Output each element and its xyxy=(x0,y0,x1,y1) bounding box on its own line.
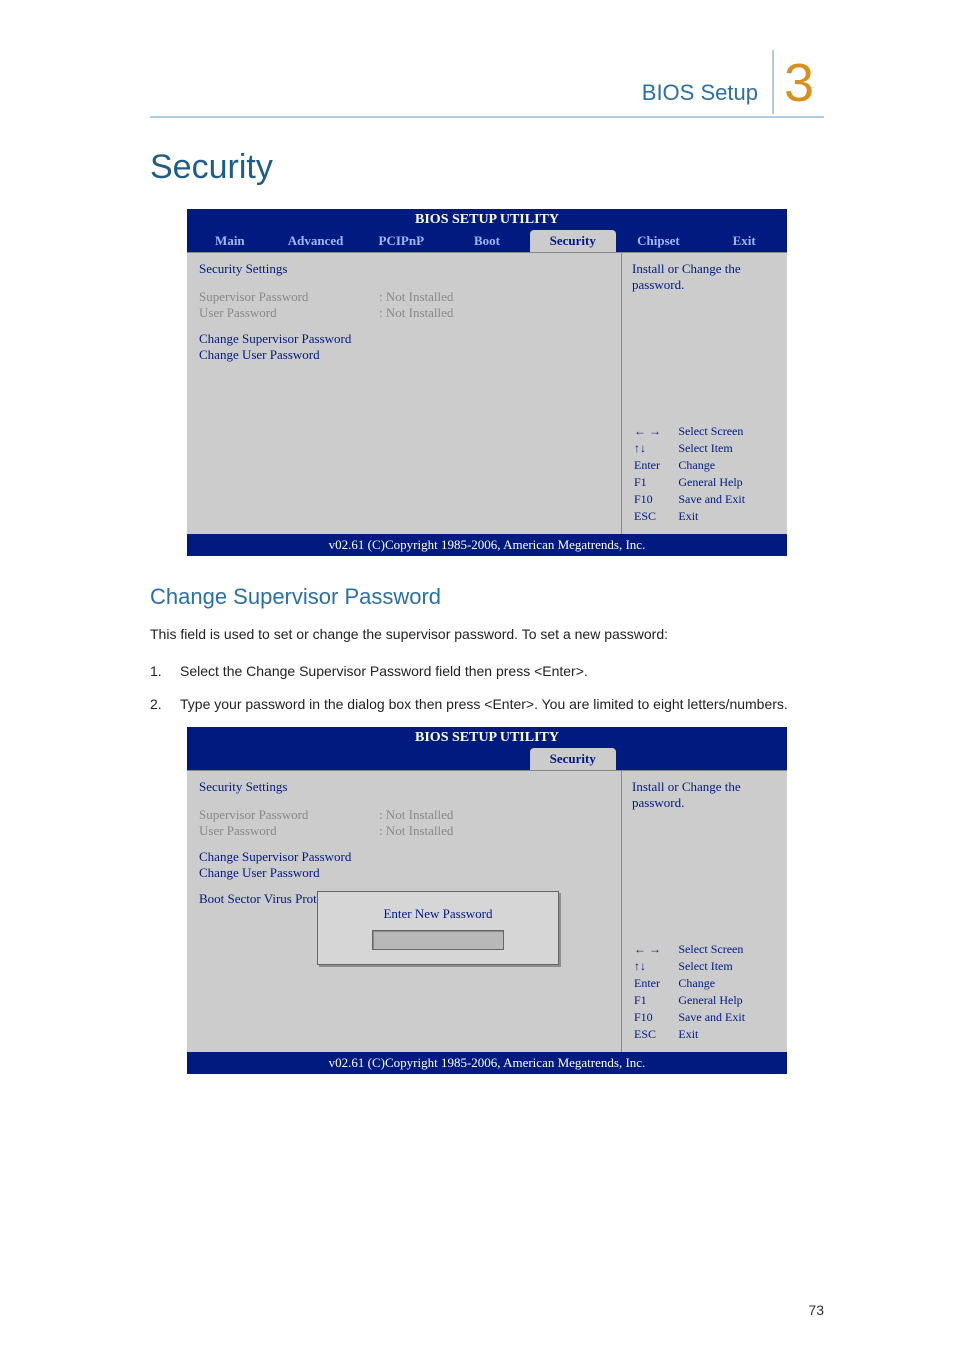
tab-exit[interactable]: Exit xyxy=(701,230,787,252)
tab-security[interactable]: Security xyxy=(530,230,616,252)
tab-pcipnp[interactable]: PCIPnP xyxy=(358,230,444,252)
password-dialog: Enter New Password xyxy=(317,891,559,965)
supervisor-password-value: : Not Installed xyxy=(379,289,453,305)
user-password-value: : Not Installed xyxy=(379,305,453,321)
bios-help-text-2: Install or Change the password. xyxy=(632,779,777,811)
page-number: 73 xyxy=(808,1302,824,1318)
tab-security-2[interactable]: Security xyxy=(530,748,616,770)
bios-footer: v02.61 (C)Copyright 1985-2006, American … xyxy=(187,534,787,556)
section-title: Security xyxy=(150,148,824,187)
bios-left-pane-2: Security Settings Supervisor Password : … xyxy=(187,771,622,1052)
tab-chipset[interactable]: Chipset xyxy=(616,230,702,252)
step-2-text: Type your password in the dialog box the… xyxy=(180,694,824,715)
bios-utility-title-2: BIOS SETUP UTILITY xyxy=(187,727,787,748)
header-title: BIOS Setup xyxy=(642,80,758,112)
tab-main[interactable]: Main xyxy=(187,230,273,252)
bios-footer-2: v02.61 (C)Copyright 1985-2006, American … xyxy=(187,1052,787,1074)
change-supervisor-password-link[interactable]: Change Supervisor Password xyxy=(199,331,609,347)
bios-tabs: Main Advanced PCIPnP Boot Security Chips… xyxy=(187,230,787,252)
tab-boot[interactable]: Boot xyxy=(444,230,530,252)
password-input[interactable] xyxy=(372,930,504,950)
intro-paragraph: This field is used to set or change the … xyxy=(150,624,824,645)
bios-right-pane-2: Install or Change the password. ← →Selec… xyxy=(622,771,787,1052)
bios-screenshot-2: BIOS SETUP UTILITY . . . . Security . . … xyxy=(187,727,787,1074)
step-2-num: 2. xyxy=(150,694,180,715)
user-password-row-2: User Password : Not Installed xyxy=(199,823,609,839)
bios-tabs-2: . . . . Security . . xyxy=(187,748,787,770)
supervisor-password-row-2: Supervisor Password : Not Installed xyxy=(199,807,609,823)
change-user-password-link-2[interactable]: Change User Password xyxy=(199,865,609,881)
security-settings-head: Security Settings xyxy=(199,261,609,277)
step-1-num: 1. xyxy=(150,661,180,682)
change-supervisor-password-link-2[interactable]: Change Supervisor Password xyxy=(199,849,609,865)
sub-title: Change Supervisor Password xyxy=(150,584,824,610)
bios-nav-help-2: ← →Select Screen ↑↓Select Item EnterChan… xyxy=(632,940,777,1044)
bios-utility-title: BIOS SETUP UTILITY xyxy=(187,209,787,230)
chapter-number: 3 xyxy=(784,56,814,110)
page-header: BIOS Setup 3 xyxy=(150,50,824,118)
step-1-text: Select the Change Supervisor Password fi… xyxy=(180,661,824,682)
user-password-label: User Password xyxy=(199,305,379,321)
supervisor-password-row: Supervisor Password : Not Installed xyxy=(199,289,609,305)
security-settings-head-2: Security Settings xyxy=(199,779,609,795)
tab-advanced[interactable]: Advanced xyxy=(273,230,359,252)
bios-right-pane: Install or Change the password. ← →Selec… xyxy=(622,253,787,534)
user-password-row: User Password : Not Installed xyxy=(199,305,609,321)
chapter-box: 3 xyxy=(772,50,824,114)
bios-screenshot-1: BIOS SETUP UTILITY Main Advanced PCIPnP … xyxy=(187,209,787,556)
step-1: 1. Select the Change Supervisor Password… xyxy=(150,661,824,682)
change-user-password-link[interactable]: Change User Password xyxy=(199,347,609,363)
supervisor-password-label: Supervisor Password xyxy=(199,289,379,305)
step-2: 2. Type your password in the dialog box … xyxy=(150,694,824,715)
bios-nav-help: ← →Select Screen ↑↓Select Item EnterChan… xyxy=(632,422,777,526)
bios-help-text: Install or Change the password. xyxy=(632,261,777,293)
dialog-title: Enter New Password xyxy=(383,906,492,922)
bios-left-pane: Security Settings Supervisor Password : … xyxy=(187,253,622,534)
